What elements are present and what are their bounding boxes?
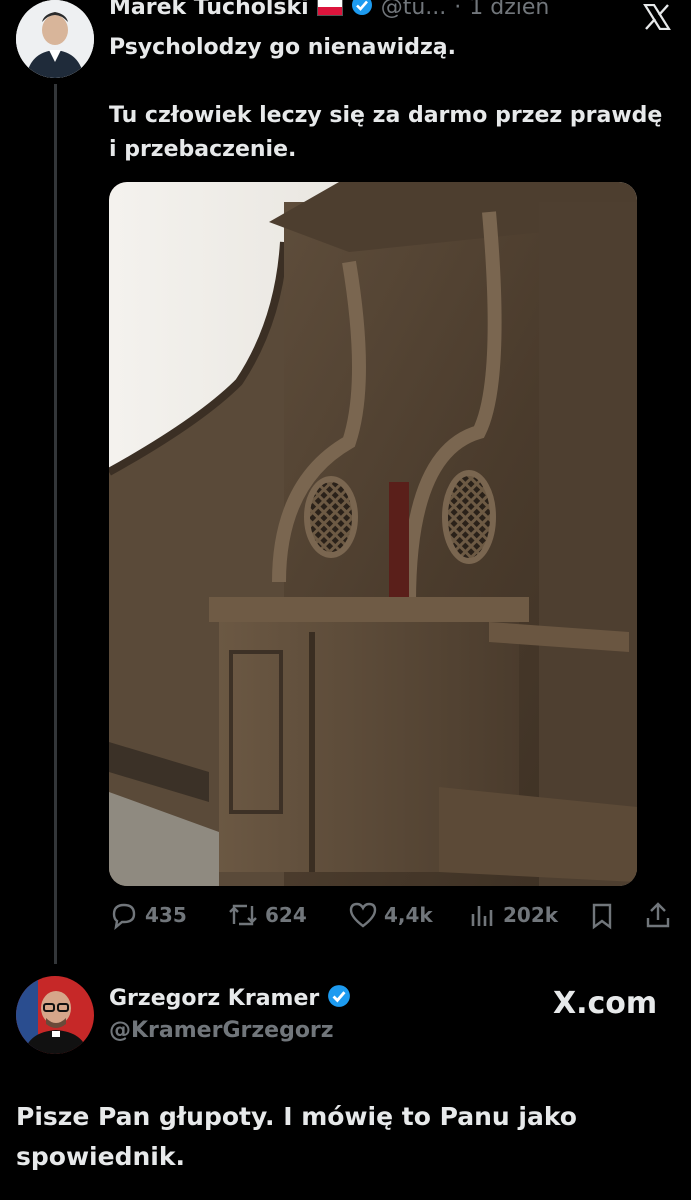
retweet-action[interactable]: 624 (227, 900, 307, 930)
reply-author-name[interactable]: Grzegorz Kramer (109, 986, 319, 1011)
retweet-count: 624 (265, 903, 307, 927)
author-name[interactable]: Marek Tucholski (109, 0, 309, 20)
views-action[interactable]: 202k (469, 900, 558, 930)
author-avatar[interactable] (16, 0, 94, 78)
tweet-line-3: i przebaczenie. (109, 137, 297, 162)
reply-text: Pisze Pan głupoty. I mówię to Panu jako … (16, 1097, 676, 1177)
tweet-line-1: Psycholodzy go nienawidzą. (109, 35, 456, 60)
author-handle[interactable]: @tu... (381, 0, 447, 20)
views-chart-icon (469, 900, 497, 930)
views-count: 202k (503, 903, 559, 927)
tweet-media-photo[interactable] (109, 182, 637, 886)
site-watermark: X.com (553, 986, 658, 1021)
reply-icon (109, 900, 139, 930)
reply-author-handle[interactable]: @KramerGrzegorz (109, 1018, 334, 1043)
x-logo-icon[interactable] (643, 3, 671, 34)
heart-icon (348, 900, 378, 930)
tweet-line-2: Tu człowiek leczy się za darmo przez pra… (109, 103, 663, 128)
reply-line-1: Pisze Pan głupoty. I mówię to Panu jako (16, 1102, 577, 1131)
reply-count: 435 (145, 903, 187, 927)
poland-flag-icon (316, 0, 343, 16)
verified-badge-icon (351, 0, 373, 20)
like-count: 4,4k (384, 903, 433, 927)
share-icon[interactable] (644, 900, 672, 934)
tweet-time[interactable]: 1 dzień (469, 0, 549, 20)
reply-action[interactable]: 435 (109, 900, 187, 930)
reply-author-avatar[interactable] (16, 976, 94, 1054)
reply-line-2: spowiednik. (16, 1142, 185, 1171)
bookmark-icon[interactable] (590, 902, 614, 934)
like-action[interactable]: 4,4k (348, 900, 433, 930)
separator-dot: · (454, 0, 462, 20)
tweet-text: Psycholodzy go nienawidzą. Tu człowiek l… (109, 31, 679, 167)
verified-badge-icon (327, 984, 351, 1012)
retweet-icon (227, 900, 259, 930)
thread-line (54, 84, 57, 964)
